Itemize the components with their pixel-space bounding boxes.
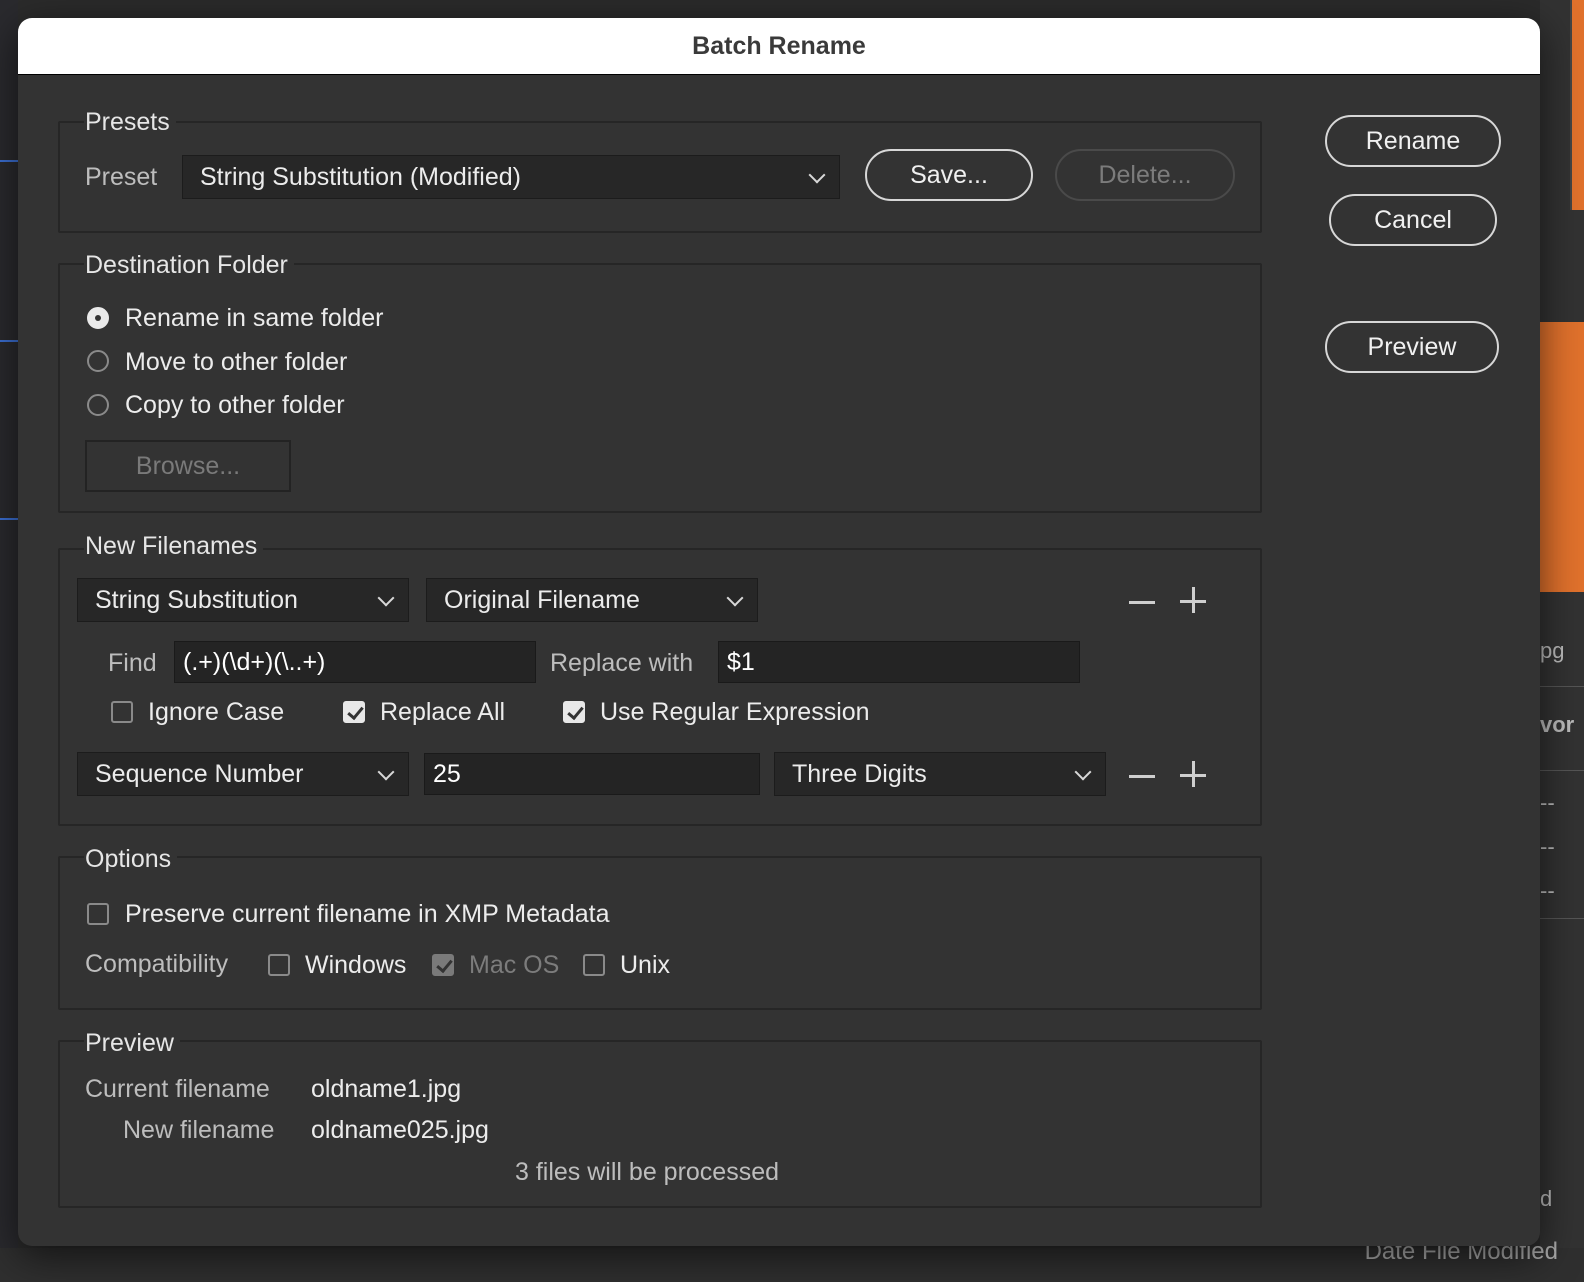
save-preset-button[interactable]: Save... [865,149,1033,201]
delete-preset-button[interactable]: Delete... [1055,149,1235,201]
chevron-down-icon [377,763,395,781]
replace-with-label: Replace with [550,649,694,677]
browse-button[interactable]: Browse... [85,440,291,492]
add-rule-icon[interactable] [1180,587,1208,615]
preset-label: Preset [85,163,158,191]
rule1-type-value: String Substitution [95,585,298,614]
rule2-type-value: Sequence Number [95,759,304,788]
rename-button[interactable]: Rename [1325,115,1501,167]
preserve-filename-label[interactable]: Preserve current filename in XMP Metadat… [125,900,610,929]
remove-rule-icon[interactable] [1129,588,1157,616]
rule2-type-select[interactable]: Sequence Number [77,752,409,796]
replace-all-label[interactable]: Replace All [380,698,505,727]
background-divider [1540,686,1584,687]
batch-rename-dialog: Batch Rename Rename Cancel Preview Prese… [18,18,1540,1246]
chevron-down-icon [1074,763,1092,781]
options-group [58,856,1262,1010]
preview-button[interactable]: Preview [1325,321,1499,373]
chevron-down-icon [808,166,826,184]
use-regex-checkbox[interactable] [563,701,585,723]
compatibility-label: Compatibility [85,950,229,978]
digits-value: Three Digits [792,759,927,788]
ignore-case-checkbox[interactable] [111,701,133,723]
current-filename-label: Current filename [85,1075,270,1103]
destination-folder-title: Destination Folder [84,251,294,280]
background-left-strip [0,0,18,1282]
preset-select[interactable]: String Substitution (Modified) [182,155,840,199]
rule1-type-select[interactable]: String Substitution [77,578,409,622]
background-line [0,518,18,520]
background-divider [1540,918,1584,919]
unix-checkbox[interactable] [583,954,605,976]
macos-checkbox [432,954,454,976]
options-title: Options [84,845,178,874]
preview-title: Preview [84,1029,180,1058]
macos-label: Mac OS [469,951,560,979]
background-divider [1540,770,1584,771]
rule1-source-select[interactable]: Original Filename [426,578,758,622]
current-filename-value: oldname1.jpg [311,1075,462,1103]
find-label: Find [108,649,157,677]
ignore-case-label[interactable]: Ignore Case [148,698,284,727]
digits-select[interactable]: Three Digits [774,752,1106,796]
windows-label[interactable]: Windows [305,951,406,980]
preserve-filename-checkbox[interactable] [87,903,109,925]
background-text: pg [1540,638,1565,663]
background-text: -- [1540,790,1555,815]
background-accent [1570,0,1584,210]
background-text: -- [1540,834,1555,859]
background-text: d [1540,1186,1553,1211]
background-text: -- [1540,878,1555,903]
radio-rename-same-folder[interactable] [87,307,109,329]
background-text: vor [1540,712,1575,737]
dialog-title: Batch Rename [18,18,1540,75]
move-other-folder-label[interactable]: Move to other folder [125,348,347,377]
unix-label[interactable]: Unix [620,951,670,980]
rule1-source-value: Original Filename [444,585,640,614]
radio-copy-other-folder[interactable] [87,394,109,416]
add-rule-icon[interactable] [1180,761,1208,789]
background-accent [1540,322,1584,592]
background-line [0,340,18,342]
preset-select-value: String Substitution (Modified) [200,162,521,191]
replace-input[interactable]: $1 [718,641,1080,683]
sequence-start-input[interactable]: 25 [424,753,760,795]
copy-other-folder-label[interactable]: Copy to other folder [125,391,345,420]
new-filenames-title: New Filenames [84,532,264,561]
new-filename-label: New filename [123,1116,275,1144]
replace-all-checkbox[interactable] [343,701,365,723]
rename-same-folder-label[interactable]: Rename in same folder [125,304,383,333]
new-filename-value: oldname025.jpg [311,1116,489,1144]
background-right-panel: pg vor -- -- -- d [1540,0,1584,1282]
remove-rule-icon[interactable] [1129,762,1157,790]
radio-move-other-folder[interactable] [87,350,109,372]
background-bottom-bar: Date File Modified [0,1238,1584,1282]
windows-checkbox[interactable] [268,954,290,976]
use-regex-label[interactable]: Use Regular Expression [600,698,870,727]
chevron-down-icon [726,589,744,607]
background-line [0,160,18,162]
files-processed-summary: 3 files will be processed [515,1158,780,1186]
cancel-button[interactable]: Cancel [1329,194,1497,246]
find-input[interactable]: (.+)(\d+)(\..+) [174,641,536,683]
presets-title: Presets [84,108,176,137]
chevron-down-icon [377,589,395,607]
